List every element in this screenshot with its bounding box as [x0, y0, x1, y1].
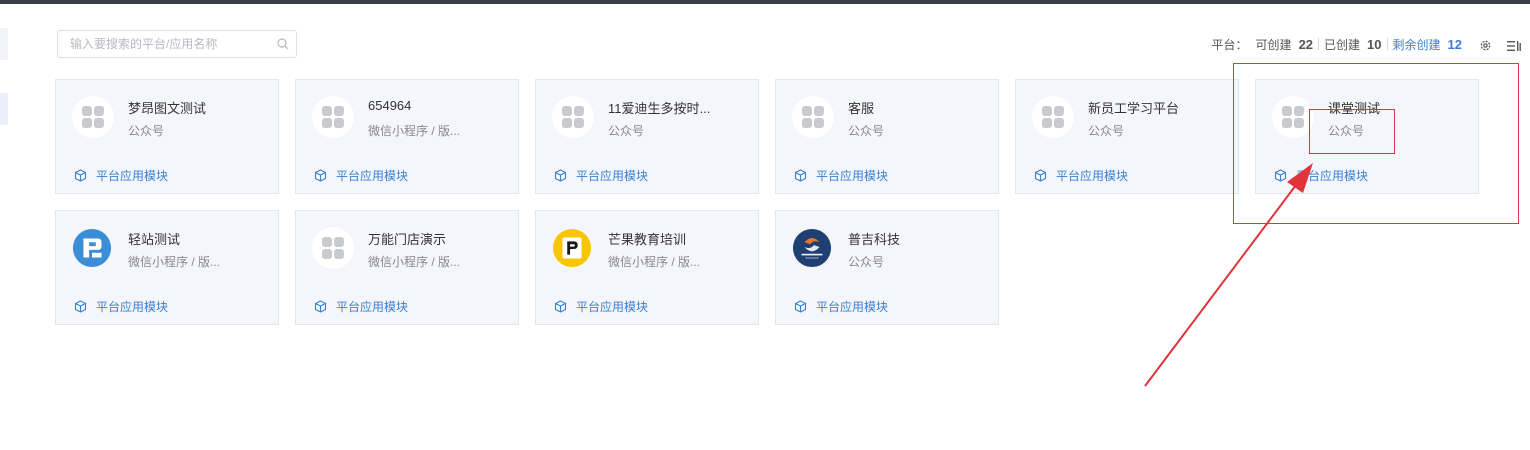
annotation-arrow — [1144, 163, 1313, 387]
